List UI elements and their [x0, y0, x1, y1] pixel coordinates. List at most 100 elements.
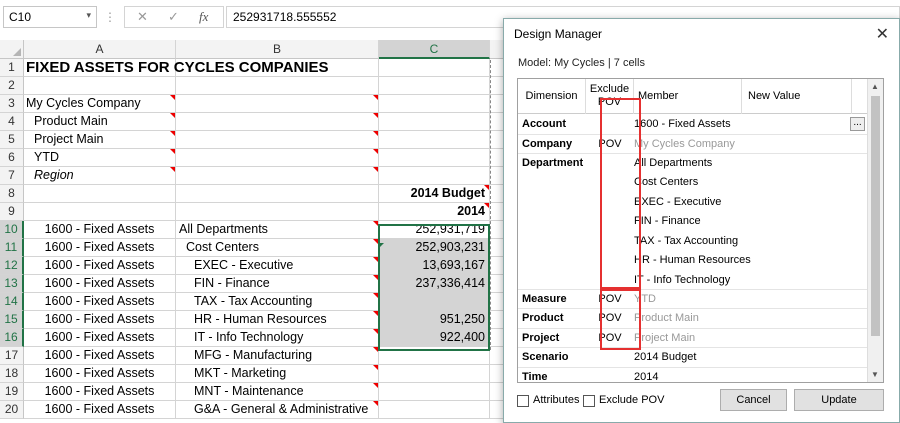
- cell-b[interactable]: All Departments: [176, 221, 379, 239]
- scrollbar-thumb[interactable]: [871, 96, 880, 336]
- cell-a[interactable]: 1600 - Fixed Assets: [24, 239, 176, 257]
- cell-b[interactable]: IT - Info Technology: [176, 329, 379, 347]
- cell-a[interactable]: Product Main: [24, 113, 176, 131]
- row-header[interactable]: 17: [0, 347, 24, 365]
- member-value[interactable]: 1600 - Fixed Assets: [634, 115, 731, 134]
- row-header[interactable]: 7: [0, 167, 24, 185]
- department-member[interactable]: TAX - Tax Accounting: [634, 232, 738, 251]
- row-header[interactable]: 5: [0, 131, 24, 149]
- cell-a[interactable]: Project Main: [24, 131, 176, 149]
- scroll-up-icon[interactable]: ▲: [871, 82, 879, 91]
- member-value[interactable]: YTD: [634, 290, 656, 309]
- member-value[interactable]: 2014: [634, 368, 658, 382]
- cell-c[interactable]: [379, 383, 490, 401]
- row-header[interactable]: 10: [0, 221, 24, 239]
- cell-a[interactable]: 1600 - Fixed Assets: [24, 275, 176, 293]
- row-header[interactable]: 9: [0, 203, 24, 221]
- column-header-b[interactable]: B: [176, 40, 379, 59]
- cell-c[interactable]: [379, 167, 490, 185]
- member-value[interactable]: Project Main: [634, 329, 695, 348]
- cell-b[interactable]: FIN - Finance: [176, 275, 379, 293]
- column-header-c[interactable]: C: [379, 40, 490, 59]
- dimension-row[interactable]: Scenario 2014 Budget: [518, 348, 868, 368]
- cell-b[interactable]: [176, 59, 379, 77]
- row-header[interactable]: 6: [0, 149, 24, 167]
- cell-c[interactable]: [379, 95, 490, 113]
- cell-c[interactable]: [379, 77, 490, 95]
- cell-c[interactable]: 922,400: [379, 329, 490, 347]
- cell-a[interactable]: 1600 - Fixed Assets: [24, 383, 176, 401]
- row-header[interactable]: 1: [0, 59, 24, 77]
- cell-c[interactable]: [379, 59, 490, 77]
- cell-b[interactable]: MNT - Maintenance: [176, 383, 379, 401]
- row-header[interactable]: 20: [0, 401, 24, 419]
- cell-a[interactable]: Region: [24, 167, 176, 185]
- check-icon[interactable]: ✓: [168, 9, 179, 25]
- close-icon[interactable]: ✕: [876, 24, 889, 44]
- cell-a[interactable]: 1600 - Fixed Assets: [24, 311, 176, 329]
- department-member[interactable]: IT - Info Technology: [634, 271, 730, 290]
- cancel-button[interactable]: Cancel: [720, 389, 787, 411]
- cell-c[interactable]: 237,336,414: [379, 275, 490, 293]
- cell-b[interactable]: EXEC - Executive: [176, 257, 379, 275]
- select-all-button[interactable]: [0, 40, 24, 59]
- cell-a[interactable]: [24, 203, 176, 221]
- cell-b[interactable]: [176, 185, 379, 203]
- cell-c[interactable]: 2014 Budget: [379, 185, 490, 203]
- cell-a[interactable]: 1600 - Fixed Assets: [24, 365, 176, 383]
- department-member[interactable]: HR - Human Resources: [634, 251, 751, 270]
- cell-b[interactable]: TAX - Tax Accounting: [176, 293, 379, 311]
- update-button[interactable]: Update: [794, 389, 884, 411]
- cell-c[interactable]: 252,931,719: [379, 221, 490, 239]
- cell-c[interactable]: [379, 347, 490, 365]
- cell-a[interactable]: 1600 - Fixed Assets: [24, 401, 176, 419]
- row-header[interactable]: 4: [0, 113, 24, 131]
- cell-b[interactable]: [176, 77, 379, 95]
- member-value[interactable]: All Departments: [634, 154, 712, 173]
- dimension-row[interactable]: Time 2014: [518, 368, 868, 382]
- cell-a[interactable]: FIXED ASSETS FOR CYCLES COMPANIES: [24, 59, 329, 77]
- column-header-a[interactable]: A: [24, 40, 176, 59]
- cell-a[interactable]: [24, 77, 176, 95]
- vertical-scrollbar[interactable]: ▲ ▼: [867, 79, 883, 382]
- row-header[interactable]: 19: [0, 383, 24, 401]
- cell-b[interactable]: HR - Human Resources: [176, 311, 379, 329]
- row-header[interactable]: 18: [0, 365, 24, 383]
- cell-b[interactable]: G&A - General & Administrative: [176, 401, 379, 419]
- row-header[interactable]: 11: [0, 239, 24, 257]
- cell-c[interactable]: 252,903,231: [379, 239, 490, 257]
- cell-b[interactable]: [176, 149, 379, 167]
- cell-a[interactable]: 1600 - Fixed Assets: [24, 293, 176, 311]
- cell-c[interactable]: [379, 113, 490, 131]
- department-member[interactable]: Cost Centers: [634, 173, 698, 192]
- ellipsis-button[interactable]: ...: [850, 117, 865, 131]
- row-header[interactable]: 8: [0, 185, 24, 203]
- department-member[interactable]: EXEC - Executive: [634, 193, 721, 212]
- cell-b[interactable]: MKT - Marketing: [176, 365, 379, 383]
- row-header[interactable]: 12: [0, 257, 24, 275]
- cell-b[interactable]: [176, 95, 379, 113]
- dimension-row[interactable]: Company POV My Cycles Company: [518, 135, 868, 154]
- cancel-icon[interactable]: ✕: [137, 9, 148, 25]
- cell-c[interactable]: 951,250: [379, 311, 490, 329]
- row-header[interactable]: 14: [0, 293, 24, 311]
- cell-c[interactable]: 2014: [379, 203, 490, 221]
- row-header[interactable]: 16: [0, 329, 24, 347]
- cell-a[interactable]: My Cycles Company: [24, 95, 176, 113]
- cell-b[interactable]: [176, 203, 379, 221]
- cell-c[interactable]: [379, 365, 490, 383]
- member-value[interactable]: My Cycles Company: [634, 135, 735, 154]
- dimension-row[interactable]: Department All Departments Cost Centers EXE…: [518, 154, 868, 290]
- exclude-pov-checkbox[interactable]: [583, 395, 595, 407]
- cell-a[interactable]: 1600 - Fixed Assets: [24, 329, 176, 347]
- insert-function-icon[interactable]: fx: [199, 9, 208, 25]
- row-header[interactable]: 13: [0, 275, 24, 293]
- cell-a[interactable]: 1600 - Fixed Assets: [24, 257, 176, 275]
- dimension-row[interactable]: Product POV Product Main: [518, 309, 868, 329]
- row-header[interactable]: 3: [0, 95, 24, 113]
- row-header[interactable]: 15: [0, 311, 24, 329]
- department-member[interactable]: FIN - Finance: [634, 212, 701, 231]
- cell-c[interactable]: [379, 131, 490, 149]
- cell-a[interactable]: 1600 - Fixed Assets: [24, 221, 176, 239]
- chevron-down-icon[interactable]: ▾: [86, 10, 91, 21]
